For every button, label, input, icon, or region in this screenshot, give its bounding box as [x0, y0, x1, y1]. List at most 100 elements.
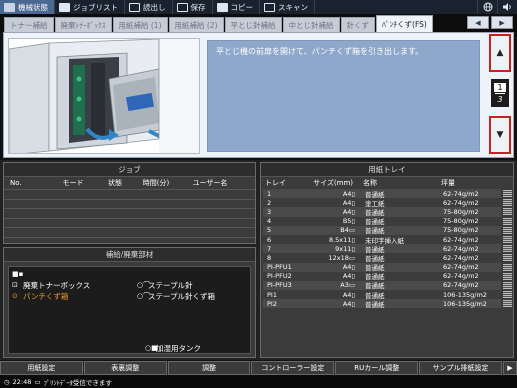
status-bar: ◷ 22:48 ▭ ﾌﾟﾘﾝﾄﾃﾞｰﾀ受信できます: [0, 375, 517, 388]
size-cell: A4▯: [342, 198, 355, 207]
finisher-illustration: [8, 38, 200, 154]
supply-panel: 補給/廃棄部材 ■▪ ⊡ 廃棄トナーボックス ⊙ パンチくず箱 ○⌒ ステープル針 ○…: [3, 247, 256, 358]
triangle-down-icon: ▼: [496, 130, 504, 140]
size-cell: B4▭: [340, 226, 355, 235]
tab-paper-supply-1[interactable]: 用紙補給 (1): [112, 17, 168, 32]
paper-level-gauge: [503, 272, 512, 280]
weight-cell: 62-74g/m2: [443, 281, 479, 290]
paper-panel-title: 用紙トレイ: [261, 163, 513, 177]
tank-icon: ○■: [145, 344, 158, 352]
size-cell: A4▯: [342, 272, 355, 281]
toner-icon: ■▪: [12, 270, 24, 278]
tray-cell: PI-PFU2: [267, 272, 292, 281]
paper-level-gauge: [503, 282, 512, 289]
tab-punch-waste-fs[interactable]: ﾊﾟﾝﾁくず(FS): [376, 15, 433, 32]
supply-item-staple[interactable]: ○⌒ ステープル針: [137, 280, 193, 291]
toner-indicator: ■▪: [12, 270, 24, 278]
save-icon: [176, 2, 188, 12]
punch-waste-icon: ⊙: [12, 292, 18, 300]
paper-level-gauge: [503, 190, 512, 197]
size-cell: 9x11▯: [335, 244, 355, 253]
sample-output-setting-button[interactable]: サンプル排紙設定: [419, 361, 502, 375]
bottom-button-bar: 用紙設定 表裏調整 調整 コントローラー設定 RUカール調整 サンプル排紙設定 …: [0, 361, 517, 375]
tab-flat-staple-supply[interactable]: 平とじ針補給: [224, 17, 282, 32]
supply-item-punch-waste[interactable]: ⊙ パンチくず箱: [12, 291, 68, 302]
job-row[interactable]: [4, 236, 255, 247]
weight-cell: 62-74g/m2: [443, 244, 479, 253]
weight-cell: 62-74g/m2: [443, 189, 479, 198]
tab-recall[interactable]: 読出し: [125, 0, 173, 14]
globe-icon[interactable]: [477, 0, 497, 14]
copy-icon: [216, 2, 228, 12]
job-row[interactable]: [4, 227, 255, 237]
tab-job-list[interactable]: ジョブリスト: [55, 0, 125, 14]
bottom-next-button[interactable]: ▶: [502, 361, 517, 375]
col-mode: モード: [62, 179, 84, 187]
size-cell: 12x18▭: [328, 253, 355, 262]
paper-table-header: トレイ サイズ(mm) 名称 坪量: [261, 178, 501, 188]
status-time: 22:48: [12, 377, 32, 386]
tab-next-button[interactable]: ▶: [491, 16, 513, 29]
tab-paper-supply-2[interactable]: 用紙補給 (2): [168, 17, 224, 32]
tray-cell: 4: [267, 217, 272, 226]
top-mode-bar: 機械状態 ジョブリスト 読出し 保存 コピー スキャン: [0, 0, 517, 14]
tab-waste-toner-box[interactable]: 廃棄ﾄﾅｰﾎﾞｯｸｽ: [54, 17, 112, 32]
adjust-button[interactable]: 調整: [167, 361, 251, 375]
front-back-adjust-button[interactable]: 表裏調整: [83, 361, 167, 375]
ru-curl-adjust-button[interactable]: RUカール調整: [335, 361, 419, 375]
tray-cell: 7: [267, 244, 272, 253]
job-row[interactable]: [4, 198, 255, 209]
weight-cell: 106-135g/m2: [443, 290, 487, 299]
tab-staple-waste[interactable]: 針くず: [340, 17, 376, 32]
page-current: 1: [494, 82, 506, 92]
paper-setting-button[interactable]: 用紙設定: [0, 361, 83, 375]
tab-save[interactable]: 保存: [173, 0, 213, 14]
job-row[interactable]: [4, 217, 255, 228]
controller-setting-button[interactable]: コントローラー設定: [251, 361, 335, 375]
paper-level-gauge: [503, 263, 512, 271]
col-size: サイズ(mm): [313, 179, 353, 187]
weight-cell: 62-74g/m2: [443, 272, 479, 281]
paper-tray-list: 1 A4▯ 普通紙 62-74g/m2 2 A4▯ 塗工紙 62-74g/m2 3 A4▯ 普通紙 7…: [263, 189, 501, 309]
staple-waste-icon: ○⌒: [137, 292, 151, 300]
tray-cell: PI-PFU3: [267, 281, 292, 290]
paper-level-gauge: [503, 236, 512, 243]
col-weight: 坪量: [441, 179, 455, 187]
tab-copy[interactable]: コピー: [213, 0, 260, 14]
tab-machine-status[interactable]: 機械状態: [0, 0, 55, 14]
job-row[interactable]: [4, 189, 255, 199]
col-tray: トレイ: [265, 179, 286, 187]
col-name: 名称: [363, 179, 377, 187]
page-up-button[interactable]: ▲: [489, 34, 511, 72]
tab-scan[interactable]: スキャン: [260, 0, 315, 14]
tray-cell: PI1: [267, 290, 277, 299]
supply-item-waste-toner[interactable]: ⊡ 廃棄トナーボックス: [12, 280, 90, 291]
supply-tab-row: トナー補給 廃棄ﾄﾅｰﾎﾞｯｸｽ 用紙補給 (1) 用紙補給 (2) 平とじ針補…: [0, 14, 517, 32]
tab-saddle-staple-supply[interactable]: 中とじ針補給: [282, 17, 340, 32]
paper-level-gauge: [503, 199, 512, 207]
paper-name-cell: 普通紙: [365, 300, 385, 309]
tray-cell: 3: [267, 207, 272, 216]
col-no: No.: [10, 179, 22, 187]
tray-cell: 8: [267, 253, 272, 262]
paper-tray-panel: 用紙トレイ トレイ サイズ(mm) 名称 坪量 1 A4▯ 普通紙 62-74g/m2…: [260, 162, 514, 358]
supply-item-tank[interactable]: ○■ 加湿用タンク: [145, 343, 201, 354]
printer-icon: ▭: [34, 377, 41, 386]
volume-icon[interactable]: [497, 0, 517, 14]
supply-item-staple-waste[interactable]: ○⌒ ステープル針くず箱: [137, 291, 215, 302]
tab-prev-button[interactable]: ◀: [467, 16, 489, 29]
machine-icon: [4, 2, 15, 12]
tray-cell: 2: [267, 198, 272, 207]
tray-cell: 6: [267, 235, 272, 244]
paper-tray-row[interactable]: PI2 A4▯ 普通紙 106-135g/m2: [263, 299, 501, 309]
page-down-button[interactable]: ▼: [489, 116, 511, 154]
paper-level-gauge: [503, 245, 512, 253]
job-row[interactable]: [4, 208, 255, 218]
status-message: ﾌﾟﾘﾝﾄﾃﾞｰﾀ受信できます: [43, 378, 112, 387]
weight-cell: 62-74g/m2: [443, 235, 479, 244]
size-cell: A3▭: [340, 281, 355, 290]
tab-toner-supply[interactable]: トナー補給: [4, 17, 54, 32]
weight-cell: 75-80g/m2: [443, 207, 479, 216]
page-indicator: 1 3: [491, 79, 509, 107]
paper-level-gauge: [503, 226, 512, 234]
